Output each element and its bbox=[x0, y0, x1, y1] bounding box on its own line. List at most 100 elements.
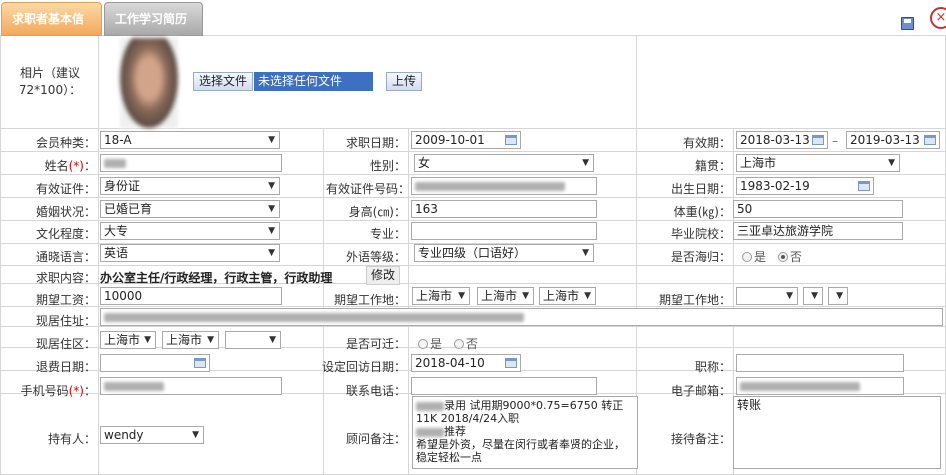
language-select[interactable]: 英语 ▼ bbox=[100, 244, 280, 262]
relocate-no-radio[interactable] bbox=[453, 339, 464, 349]
work-place-district-select[interactable]: 上海市 ▼ bbox=[539, 287, 596, 305]
major-input[interactable] bbox=[411, 222, 597, 240]
photo-label: 相片（建议72*100）： bbox=[18, 66, 82, 97]
work-place-2-province-select[interactable]: ▼ bbox=[736, 287, 798, 305]
district-area-select[interactable]: ▼ bbox=[225, 331, 281, 349]
weight-input[interactable]: 50 bbox=[733, 200, 903, 218]
chevron-down-icon: ▼ bbox=[458, 291, 465, 301]
chevron-down-icon: ▼ bbox=[268, 135, 275, 145]
calendar-icon[interactable] bbox=[812, 135, 824, 145]
relocate-yes-radio[interactable] bbox=[418, 339, 428, 349]
phone-input[interactable] bbox=[411, 377, 597, 395]
returnee-no-radio[interactable] bbox=[777, 252, 788, 262]
id-type-select[interactable]: 身份证 ▼ bbox=[100, 177, 280, 195]
gender-select[interactable]: 女 ▼ bbox=[414, 154, 594, 172]
apply-date-label: 求职日期： bbox=[345, 136, 406, 150]
email-label: 电子邮箱： bbox=[670, 384, 731, 398]
choose-file-button[interactable]: 选择文件 bbox=[193, 72, 253, 91]
upload-button[interactable]: 上传 bbox=[386, 72, 422, 91]
weight-label: 体重(㎏)： bbox=[673, 205, 731, 219]
id-number-label: 有效证件号码： bbox=[326, 182, 411, 196]
education-select[interactable]: 大专 ▼ bbox=[100, 222, 280, 240]
work-place-2-label: 期望工作地： bbox=[658, 293, 731, 307]
revisit-date-input[interactable]: 2018-04-10 bbox=[411, 354, 521, 372]
school-input[interactable]: 三亚卓达旅游学院 bbox=[733, 222, 903, 240]
birth-date-input[interactable]: 1983-02-19 bbox=[736, 177, 874, 195]
chevron-down-icon: ▼ bbox=[207, 335, 214, 345]
language-level-label: 外语等级： bbox=[345, 250, 406, 264]
consultant-note-textarea[interactable]: 录用 试用期9000*0.75=6750 转正 11K 2018/4/24入职 … bbox=[412, 396, 638, 469]
returnee-label: 是否海归： bbox=[670, 250, 731, 264]
tab-work-study-resume[interactable]: 工作学习简历 bbox=[104, 2, 203, 36]
work-place-2-district-select[interactable]: ▼ bbox=[828, 287, 848, 305]
edit-job-content-button[interactable]: 修改 bbox=[366, 266, 400, 285]
height-input[interactable]: 163 bbox=[411, 200, 597, 218]
job-content-label: 求职内容： bbox=[35, 271, 96, 285]
validity-from-input[interactable]: 2018-03-13 bbox=[736, 131, 828, 149]
chevron-down-icon: ▼ bbox=[144, 335, 151, 345]
district-province-select[interactable]: 上海市 ▼ bbox=[100, 331, 156, 349]
district-label: 现居住区： bbox=[35, 337, 96, 351]
calendar-icon[interactable] bbox=[194, 358, 206, 368]
school-label: 毕业院校： bbox=[670, 227, 731, 241]
member-type-label: 会员种类： bbox=[35, 136, 96, 150]
education-label: 文化程度： bbox=[35, 227, 96, 241]
chevron-down-icon: ▼ bbox=[582, 158, 589, 168]
calendar-icon[interactable] bbox=[858, 181, 870, 191]
chevron-down-icon: ▼ bbox=[268, 181, 275, 191]
holder-select[interactable]: wendy ▼ bbox=[100, 426, 204, 444]
phone-label: 联系电话： bbox=[345, 384, 406, 398]
holder-label: 持有人： bbox=[47, 432, 96, 446]
salary-label: 期望工资： bbox=[35, 293, 96, 307]
reception-note-textarea[interactable]: 转账 bbox=[733, 396, 941, 469]
tab-bar: 求职者基本信息 工作学习简历 × bbox=[0, 0, 946, 58]
chevron-down-icon: ▼ bbox=[268, 204, 275, 214]
native-place-label: 籍贯： bbox=[694, 159, 731, 173]
tab-basic-info[interactable]: 求职者基本信息 bbox=[1, 2, 102, 58]
close-icon[interactable]: × bbox=[930, 7, 946, 29]
address-input[interactable] bbox=[100, 308, 943, 326]
refund-date-input[interactable] bbox=[100, 354, 210, 372]
chevron-down-icon: ▼ bbox=[584, 291, 591, 301]
email-input[interactable] bbox=[736, 377, 904, 395]
apply-date-input[interactable]: 2009-10-01 bbox=[411, 131, 521, 149]
marital-select[interactable]: 已婚已育 ▼ bbox=[100, 200, 280, 218]
calendar-icon[interactable] bbox=[924, 135, 936, 145]
work-place-province-select[interactable]: 上海市 ▼ bbox=[412, 287, 470, 305]
chevron-down-icon: ▼ bbox=[786, 291, 793, 301]
job-title-label: 职称： bbox=[694, 360, 731, 374]
language-level-select[interactable]: 专业四级（口语好） ▼ bbox=[414, 244, 594, 262]
mobile-input[interactable] bbox=[100, 377, 282, 395]
work-place-label: 期望工作地： bbox=[333, 293, 406, 307]
marital-label: 婚姻状况： bbox=[35, 205, 96, 219]
chevron-down-icon: ▼ bbox=[192, 430, 199, 440]
chevron-down-icon: ▼ bbox=[268, 226, 275, 236]
save-icon[interactable] bbox=[901, 17, 914, 30]
validity-label: 有效期： bbox=[682, 136, 731, 150]
returnee-radio-group: 是 否 bbox=[742, 248, 802, 265]
id-number-input[interactable] bbox=[411, 177, 597, 195]
major-label: 专业： bbox=[369, 227, 406, 241]
calendar-icon[interactable] bbox=[505, 358, 517, 368]
returnee-yes-radio[interactable] bbox=[742, 252, 752, 262]
job-title-input[interactable] bbox=[736, 354, 904, 372]
consultant-note-label: 顾问备注： bbox=[345, 432, 406, 446]
address-label: 现居住址： bbox=[35, 314, 96, 328]
salary-input[interactable]: 10000 bbox=[100, 287, 282, 305]
native-place-select[interactable]: 上海市 ▼ bbox=[736, 154, 900, 172]
gender-label: 性别： bbox=[369, 159, 406, 173]
district-city-select[interactable]: 上海市 ▼ bbox=[162, 331, 219, 349]
member-type-select[interactable]: 18-A ▼ bbox=[100, 131, 280, 149]
chevron-down-icon: ▼ bbox=[811, 291, 818, 301]
validity-separator: – bbox=[832, 134, 838, 148]
chevron-down-icon: ▼ bbox=[268, 248, 275, 258]
relocate-label: 是否可迁： bbox=[345, 337, 406, 351]
calendar-icon[interactable] bbox=[505, 135, 517, 145]
photo-thumbnail bbox=[120, 38, 178, 128]
work-place-city-select[interactable]: 上海市 ▼ bbox=[477, 287, 534, 305]
chevron-down-icon: ▼ bbox=[836, 291, 843, 301]
name-input[interactable] bbox=[100, 154, 282, 172]
work-place-2-city-select[interactable]: ▼ bbox=[803, 287, 823, 305]
id-type-label: 有效证件： bbox=[35, 182, 96, 196]
validity-to-input[interactable]: 2019-03-13 bbox=[846, 131, 940, 149]
